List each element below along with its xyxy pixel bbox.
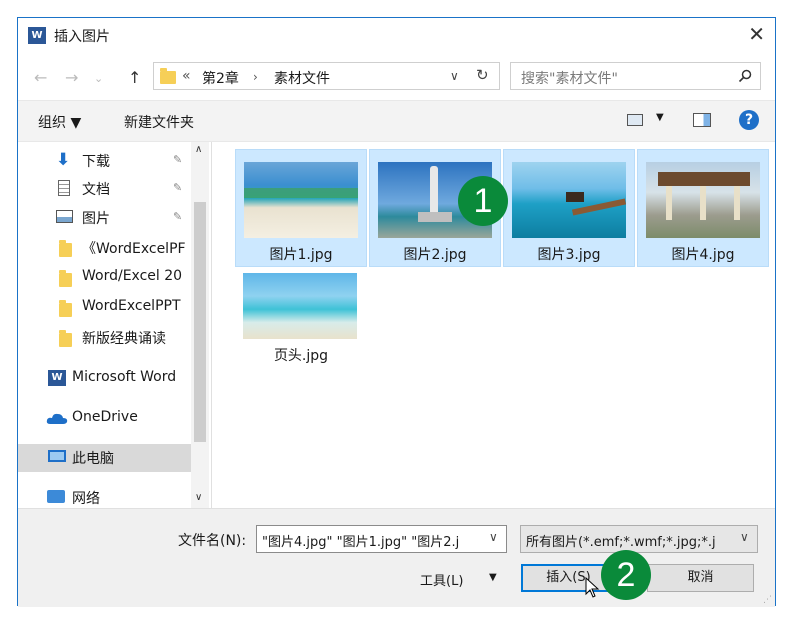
navigation-pane: ⬇ 下载 ✎ 文档 ✎ 图片 ✎ 《WordExcelPF Word/Excel…: [18, 142, 212, 508]
sidebar-item-folder-2[interactable]: Word/Excel 20: [56, 265, 196, 291]
step-callout-1: 1: [458, 176, 508, 226]
scroll-up-icon[interactable]: ∧: [195, 144, 202, 155]
file-type-select[interactable]: 所有图片(*.emf;*.wmf;*.jpg;*.j ∨: [520, 525, 758, 553]
sidebar-item-folder-1[interactable]: 《WordExcelPF: [56, 235, 196, 261]
file-type-value: 所有图片(*.emf;*.wmf;*.jpg;*.j: [526, 535, 716, 550]
thumbnail-beach-header: [243, 273, 357, 339]
search-placeholder: 搜索"素材文件": [521, 71, 618, 87]
breadcrumb-chapter[interactable]: 第2章: [202, 68, 239, 88]
sidebar-item-label: 网络: [72, 491, 100, 507]
sidebar-item-label: 文档: [82, 182, 110, 198]
filename-input[interactable]: "图片4.jpg" "图片1.jpg" "图片2.j ∨: [256, 525, 507, 553]
folder-icon: [59, 300, 72, 317]
download-arrow-icon: ⬇: [56, 150, 71, 170]
folder-icon: [59, 240, 72, 257]
computer-icon: [48, 450, 66, 462]
folder-icon: [59, 330, 72, 347]
forward-arrow-icon[interactable]: →: [65, 68, 78, 87]
step-callout-2: 2: [601, 550, 651, 600]
file-name: 图片4.jpg: [671, 247, 735, 263]
pin-icon[interactable]: ✎: [173, 181, 182, 194]
pin-icon[interactable]: ✎: [173, 153, 182, 166]
scrollbar-thumb[interactable]: [194, 202, 206, 442]
sidebar-item-microsoft-word[interactable]: W Microsoft Word: [46, 366, 191, 392]
breadcrumb-separator-icon: ›: [253, 70, 258, 84]
thumbnail-beach-1: [244, 162, 358, 238]
tools-menu[interactable]: 工具(L): [420, 570, 463, 589]
filename-value: "图片4.jpg" "图片1.jpg" "图片2.j: [262, 535, 460, 550]
file-item-header[interactable]: 页头.jpg: [235, 267, 367, 385]
sidebar-item-label: WordExcelPPT: [82, 298, 181, 314]
scroll-down-icon[interactable]: ∨: [195, 492, 202, 503]
dialog-footer: 文件名(N): "图片4.jpg" "图片1.jpg" "图片2.j ∨ 所有图…: [18, 508, 775, 607]
up-arrow-icon[interactable]: ↑: [128, 68, 141, 87]
sidebar-item-label: 新版经典诵读: [82, 331, 166, 347]
file-name: 图片2.jpg: [403, 247, 467, 263]
help-icon[interactable]: ?: [739, 110, 759, 130]
sidebar-item-folder-3[interactable]: WordExcelPPT: [56, 295, 196, 321]
sidebar-item-folder-4[interactable]: 新版经典诵读: [56, 325, 196, 351]
sidebar-item-label: OneDrive: [72, 409, 138, 425]
sidebar-item-onedrive[interactable]: OneDrive: [46, 406, 191, 432]
organize-menu[interactable]: 组织 ▼: [38, 112, 81, 132]
sidebar-item-network[interactable]: 网络: [46, 485, 191, 508]
view-dropdown-icon[interactable]: ▼: [656, 112, 664, 123]
breadcrumb-overflow[interactable]: «: [182, 68, 191, 84]
breadcrumb-current[interactable]: 素材文件: [274, 68, 330, 88]
thumbnail-pier: [512, 162, 626, 238]
tools-dropdown-icon[interactable]: ▼: [489, 572, 497, 583]
search-icon[interactable]: [738, 69, 752, 83]
file-name: 页头.jpg: [273, 348, 329, 364]
back-arrow-icon[interactable]: ←: [34, 68, 47, 87]
address-bar[interactable]: « 第2章 › 素材文件 ∨ ↻: [153, 62, 500, 90]
sidebar-item-this-pc[interactable]: 此电脑: [18, 444, 191, 472]
file-name: 图片3.jpg: [537, 247, 601, 263]
sidebar-item-label: 下载: [82, 154, 110, 170]
close-icon[interactable]: ✕: [748, 22, 765, 46]
cancel-button[interactable]: 取消: [647, 564, 754, 592]
address-dropdown-icon[interactable]: ∨: [450, 69, 459, 83]
filename-label: 文件名(N):: [178, 533, 247, 549]
file-item-picture-3[interactable]: 图片3.jpg: [503, 149, 635, 267]
pin-icon[interactable]: ✎: [173, 210, 182, 223]
onedrive-cloud-icon: [46, 413, 68, 424]
thumbnail-pavilion: [646, 162, 760, 238]
file-name: 图片1.jpg: [269, 247, 333, 263]
folder-icon: [160, 68, 176, 84]
sidebar-item-label: Microsoft Word: [72, 369, 177, 385]
file-item-picture-1[interactable]: 图片1.jpg: [235, 149, 367, 267]
word-icon: W: [48, 370, 66, 386]
sidebar-item-downloads[interactable]: ⬇ 下载 ✎: [56, 148, 196, 174]
sidebar-item-label: 此电脑: [72, 451, 114, 467]
search-box[interactable]: 搜索"素材文件": [510, 62, 761, 90]
view-options-icon[interactable]: [627, 114, 643, 126]
recent-chevron-icon[interactable]: ⌄: [94, 72, 103, 85]
word-icon: W: [28, 27, 46, 44]
sidebar-item-label: 图片: [82, 211, 110, 227]
sidebar-item-label: 《WordExcelPF: [82, 241, 186, 257]
insert-picture-dialog: W 插入图片 ✕ ← → ⌄ ↑ « 第2章 › 素材文件 ∨ ↻ 搜索"素材文…: [17, 17, 776, 607]
new-folder-button[interactable]: 新建文件夹: [124, 112, 194, 132]
refresh-icon[interactable]: ↻: [476, 66, 489, 84]
sidebar-item-label: Word/Excel 20: [82, 268, 183, 284]
window-title: 插入图片: [54, 29, 110, 45]
title-bar: W 插入图片 ✕: [18, 18, 775, 52]
file-type-dropdown-icon[interactable]: ∨: [740, 530, 749, 544]
network-icon: [47, 490, 65, 503]
command-bar: 组织 ▼ 新建文件夹 ▼ ?: [18, 100, 775, 142]
preview-pane-icon[interactable]: [693, 113, 711, 127]
mouse-cursor-icon: [585, 577, 600, 598]
sidebar-item-pictures[interactable]: 图片 ✎: [56, 205, 196, 231]
folder-icon: [59, 270, 72, 287]
sidebar-scrollbar[interactable]: ∧ ∨: [191, 142, 209, 508]
resize-grip-icon[interactable]: ⋰: [763, 595, 772, 605]
pictures-icon: [56, 210, 73, 223]
document-icon: [58, 180, 70, 196]
filename-dropdown-icon[interactable]: ∨: [489, 530, 498, 544]
sidebar-item-documents[interactable]: 文档 ✎: [56, 176, 196, 202]
file-item-picture-4[interactable]: 图片4.jpg: [637, 149, 769, 267]
